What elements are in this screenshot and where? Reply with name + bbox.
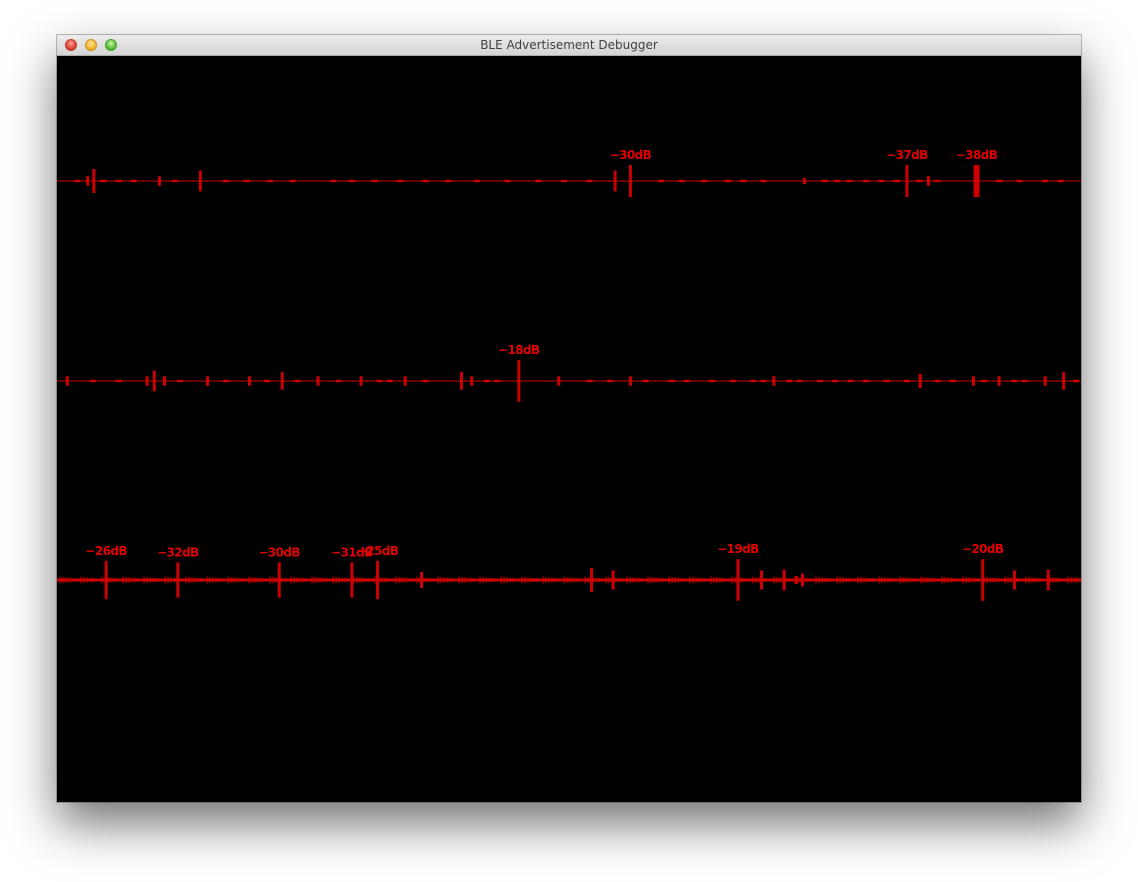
rssi-label: −30dB xyxy=(610,148,652,162)
rssi-label: −25dB xyxy=(357,544,399,558)
rssi-label: −18dB xyxy=(498,343,540,357)
rssi-label: −37dB xyxy=(886,148,928,162)
window-title: BLE Advertisement Debugger xyxy=(480,38,658,52)
rssi-strip-plot: −30dB −37dB −38dB−18dB−26dB −32dB −30dB −31dB… xyxy=(57,148,1081,601)
title-bar[interactable]: BLE Advertisement Debugger xyxy=(57,35,1081,56)
app-window: BLE Advertisement Debugger −30dB −37dB −38… xyxy=(57,35,1081,802)
rssi-label: −26dB xyxy=(85,544,127,558)
signal-canvas: −30dB −37dB −38dB −18dB −26dB −32dB −30dB −31dB… xyxy=(57,56,1081,802)
rssi-label: −38dB xyxy=(956,148,998,162)
rssi-label: −30dB xyxy=(258,545,300,559)
rssi-label: −20dB xyxy=(962,542,1004,556)
rssi-label: −32dB xyxy=(157,545,199,559)
rssi-label: −19dB xyxy=(717,542,759,556)
